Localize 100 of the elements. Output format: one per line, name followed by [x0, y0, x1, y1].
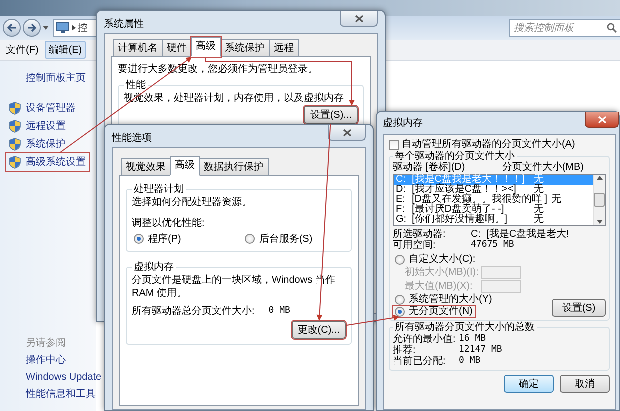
radio-icon[interactable] [395, 294, 405, 304]
field-label: 最大值(MB)(X): [405, 281, 474, 292]
radio-label: 无分页文件(N) [409, 306, 473, 317]
set-button[interactable]: 设置(S) [552, 299, 606, 317]
close-button[interactable] [328, 125, 366, 141]
ok-button[interactable]: 确定 [504, 375, 554, 393]
tab[interactable]: 计算机名 [113, 39, 163, 57]
drive-value: C: [我是C盘我是老大! [471, 229, 570, 240]
sidebar-link[interactable]: 性能信息和工具 [26, 386, 96, 403]
link-label: 设备管理器 [26, 102, 76, 115]
field-label: 所选驱动器: [393, 229, 447, 240]
tab[interactable]: 视觉效果 [121, 158, 171, 176]
volume-label: [你们都好没情趣啊。] [412, 215, 509, 225]
search-field[interactable]: 搜索控制面板 [509, 19, 620, 37]
radio-icon[interactable] [245, 234, 256, 244]
field-label: 可用空间: [393, 240, 437, 251]
arrow-up-icon [596, 176, 602, 180]
tab[interactable]: 高级 [170, 156, 200, 176]
drive-list[interactable]: C: [我是C盘我是老大！！！] 无 D: [我才应该是C盘！！><] 无 E: [D盘又在发癫。。我很赞的咩 ] 无 F: [最讨厌D盘卖萌了- -] 无 G: [你们都好没情趣啊。] 无 [393, 174, 606, 226]
address-text: 控 [78, 22, 88, 35]
radio-icon[interactable] [134, 234, 144, 244]
group-title: 每个驱动器的分页文件大小 [394, 151, 516, 162]
sidebar-link[interactable]: 设备管理器 [6, 99, 79, 117]
close-icon [342, 128, 352, 136]
column-header: 驱动器 [卷标](D) [393, 162, 466, 173]
section-heading: 另请参阅 [26, 336, 67, 351]
shield-icon [9, 138, 21, 150]
radio-option[interactable]: 程序(P) [132, 232, 184, 246]
window-title: 性能选项 [112, 132, 152, 145]
close-icon [354, 14, 364, 22]
forward-button[interactable] [23, 19, 41, 37]
volume-label: [我才应该是C盘！！><] [412, 185, 516, 195]
list-row[interactable]: G: [你们都好没情趣啊。] 无 [394, 215, 593, 225]
size-value: 无 [533, 215, 544, 225]
size-value: 无 [533, 175, 544, 185]
cancel-button[interactable]: 取消 [560, 375, 610, 393]
field-label: 允许的最小值: [393, 334, 457, 345]
radio-option[interactable]: 无分页文件(N) [393, 306, 475, 317]
list-row[interactable]: E: [D盘又在发癫。。我很赞的咩 ] 无 [394, 195, 593, 205]
drive-letter: D: [396, 185, 407, 195]
radio-label: 程序(P) [148, 232, 182, 246]
caret-icon [43, 26, 49, 30]
radio-option[interactable]: 系统管理的大小(Y) [393, 294, 494, 305]
arrow-down-icon [596, 220, 602, 224]
list-row[interactable]: D: [我才应该是C盘！！><] 无 [394, 185, 593, 195]
size-value: 无 [533, 205, 544, 215]
shield-icon [9, 102, 21, 114]
radio-option[interactable]: 自定义大小(C): [393, 254, 478, 265]
settings-button[interactable]: 设置(S)... [304, 106, 358, 124]
column-header: 分页文件大小(MB) [502, 162, 584, 173]
radio-icon[interactable] [395, 306, 405, 316]
drive-letter: F: [396, 205, 406, 215]
change-button[interactable]: 更改(C)... [292, 321, 346, 339]
close-icon [598, 116, 606, 124]
sidebar-link[interactable]: 操作中心 [26, 352, 66, 369]
prompt-text: 调整以优化性能: [132, 217, 206, 230]
group-title: 处理器计划 [133, 182, 185, 196]
menu-item[interactable]: 文件(F) [2, 41, 43, 59]
sidebar-link[interactable]: Windows Update [26, 369, 102, 386]
field-label: 当前已分配: [393, 356, 447, 367]
close-button[interactable] [585, 112, 619, 128]
volume-label: [我是C盘我是老大！！！] [412, 175, 526, 185]
menu-item[interactable]: 编辑(E) [44, 41, 86, 59]
link-label: 系统保护 [26, 138, 66, 151]
tab[interactable]: 远程 [269, 39, 299, 57]
monitor-icon [56, 22, 70, 34]
sidebar-link[interactable]: 系统保护 [6, 135, 69, 153]
link-label: 远程设置 [26, 120, 66, 133]
radio-label: 自定义大小(C): [409, 254, 476, 265]
window-title: 系统属性 [104, 18, 144, 31]
scrollbar[interactable] [593, 175, 605, 225]
size-value: 47675 MB [471, 240, 516, 251]
shield-icon [9, 120, 21, 132]
group-title: 所有驱动器分页文件大小的总数 [394, 322, 536, 333]
field-label: 推荐: [393, 345, 417, 356]
sidebar-link[interactable]: 远程设置 [6, 117, 69, 135]
group-title: 性能 [124, 78, 147, 92]
close-button[interactable] [340, 11, 378, 27]
tab[interactable]: 系统保护 [220, 39, 270, 57]
volume-label: [最讨厌D盘卖萌了- -] [412, 205, 504, 215]
scroll-thumb[interactable] [594, 193, 605, 207]
radio-icon[interactable] [395, 254, 405, 264]
window-title: 虚拟内存 [383, 118, 423, 129]
checkbox[interactable] [389, 140, 399, 150]
list-row[interactable]: F: [最讨厌D盘卖萌了- -] 无 [394, 205, 593, 215]
group-title: 虚拟内存 [133, 260, 175, 274]
input-field[interactable] [481, 266, 521, 279]
tab[interactable]: 高级 [191, 37, 221, 57]
volume-label: [D盘又在发癫。。我很赞的咩 ] [412, 195, 548, 205]
drive-letter: C: [396, 175, 407, 185]
link-label: 高级系统设置 [26, 156, 86, 169]
tab[interactable]: 硬件 [162, 39, 192, 57]
radio-option[interactable]: 后台服务(S) [243, 232, 315, 246]
back-button[interactable] [3, 19, 21, 37]
sidebar-link[interactable]: 高级系统设置 [6, 153, 89, 171]
chevron-right-icon [72, 25, 76, 31]
sidebar-link[interactable]: 控制面板主页 [6, 71, 86, 85]
field-label: 初始大小(MB)(I): [405, 267, 480, 278]
input-field[interactable] [481, 280, 521, 293]
tab[interactable]: 数据执行保护 [199, 158, 269, 176]
